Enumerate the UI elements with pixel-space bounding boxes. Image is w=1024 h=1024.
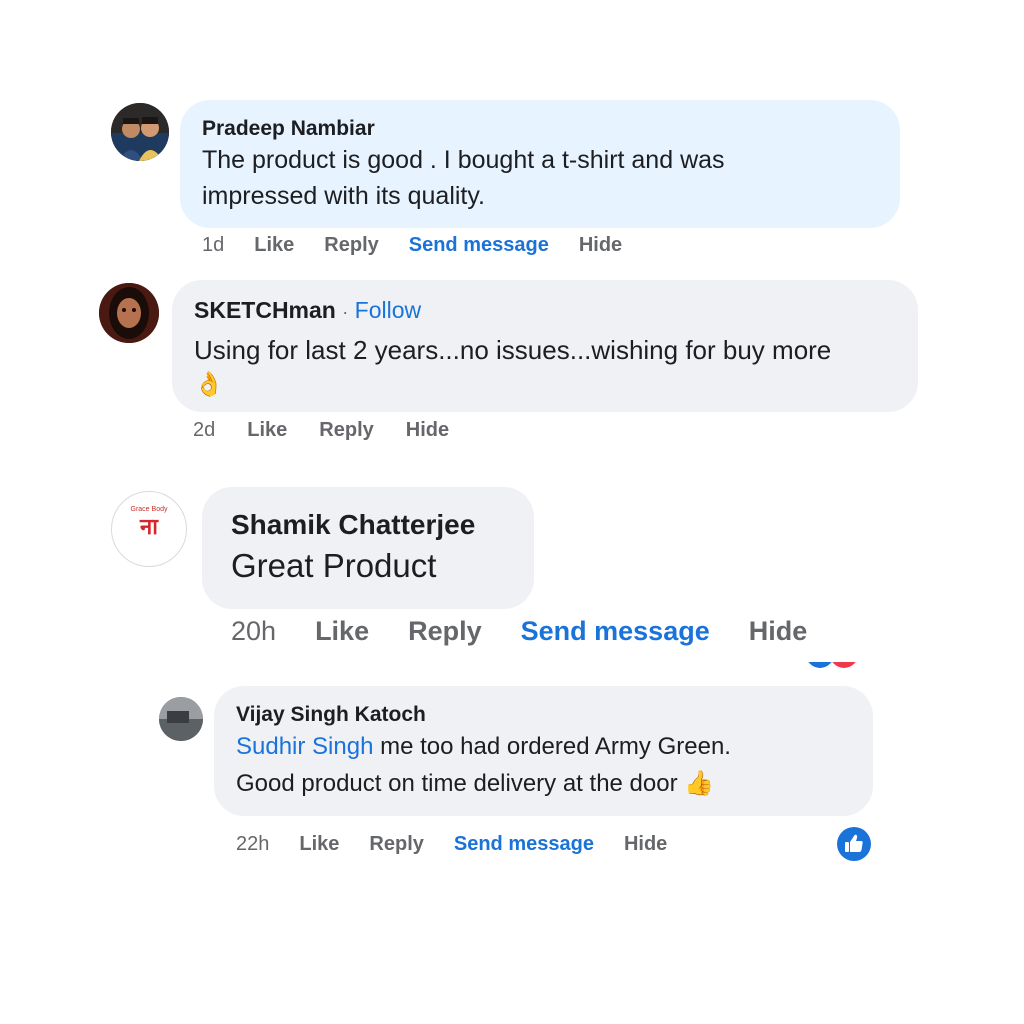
comment-bubble-vijay: Vijay Singh Katoch Sudhir Singh me too h…: [214, 686, 873, 816]
comment-timestamp[interactable]: 1d: [202, 234, 224, 257]
comment-actions: 20h Like Reply Send message Hide: [231, 616, 807, 647]
like-reaction-icon[interactable]: [837, 827, 871, 861]
reply-button[interactable]: Reply: [369, 833, 423, 856]
send-message-button[interactable]: Send message: [521, 616, 710, 647]
avatar-vijay[interactable]: [159, 697, 203, 741]
send-message-button[interactable]: Send message: [454, 833, 594, 856]
comment-author[interactable]: Pradeep Nambiar: [202, 116, 878, 142]
comment-text-line: Using for last 2 years...no issues...wis…: [194, 335, 832, 365]
like-button[interactable]: Like: [315, 616, 369, 647]
reply-button[interactable]: Reply: [408, 616, 482, 647]
like-reaction-icon: [806, 662, 834, 668]
comment-text-line: impressed with its quality.: [202, 182, 485, 210]
separator-dot: ·: [342, 302, 349, 322]
comment-bubble-sketchman: SKETCHman · Follow Using for last 2 year…: [172, 280, 918, 412]
avatar-photo-icon: [159, 697, 203, 741]
hide-button[interactable]: Hide: [579, 234, 622, 257]
ok-hand-emoji-icon: 👌: [194, 371, 224, 398]
avatar-logo-mark: ना: [140, 514, 158, 539]
comment-bubble-shamik: Shamik Chatterjee Great Product: [202, 487, 534, 609]
avatar-shamik[interactable]: Grace Body ना: [111, 491, 187, 567]
like-button[interactable]: Like: [299, 833, 339, 856]
avatar-logo: Grace Body: [130, 506, 168, 513]
love-reaction-icon: [830, 662, 858, 668]
reaction-icons-partial: [806, 662, 866, 674]
reply-button[interactable]: Reply: [324, 234, 378, 257]
avatar-pradeep[interactable]: [111, 103, 169, 161]
comment-author[interactable]: Shamik Chatterjee: [231, 507, 505, 543]
comment-timestamp[interactable]: 22h: [236, 833, 269, 856]
reply-button[interactable]: Reply: [319, 419, 373, 442]
comment-text-line: Sudhir Singh me too had ordered Army Gre…: [236, 728, 851, 765]
comment-text-line: Great Product: [231, 547, 437, 584]
avatar-sketchman[interactable]: [99, 283, 159, 343]
send-message-button[interactable]: Send message: [409, 234, 549, 257]
thumbs-up-emoji-icon: 👍: [684, 770, 715, 797]
hide-button[interactable]: Hide: [624, 833, 667, 856]
hide-button[interactable]: Hide: [749, 616, 808, 647]
avatar-photo-icon: [111, 103, 169, 161]
comment-actions: 1d Like Reply Send message Hide: [202, 234, 622, 257]
comment-text-segment: Good product on time delivery at the doo…: [236, 770, 678, 797]
comment-text-line: Good product on time delivery at the doo…: [236, 765, 851, 802]
comment-bubble-pradeep: Pradeep Nambiar The product is good . I …: [180, 100, 900, 228]
comment-author[interactable]: Vijay Singh Katoch: [236, 702, 851, 728]
comment-text-segment: me too had ordered Army Green.: [373, 733, 731, 760]
comment-timestamp[interactable]: 20h: [231, 616, 276, 647]
comment-actions: 2d Like Reply Hide: [193, 419, 449, 442]
thumbs-up-icon: [845, 834, 863, 852]
hide-button[interactable]: Hide: [406, 419, 449, 442]
like-button[interactable]: Like: [254, 234, 294, 257]
comment-actions: 22h Like Reply Send message Hide: [236, 833, 667, 856]
comment-timestamp[interactable]: 2d: [193, 419, 215, 442]
avatar-photo-icon: [99, 283, 159, 343]
like-button[interactable]: Like: [247, 419, 287, 442]
mention-link[interactable]: Sudhir Singh: [236, 733, 373, 760]
comment-author[interactable]: SKETCHman: [194, 297, 336, 323]
follow-button[interactable]: Follow: [355, 297, 421, 323]
comment-text-line: The product is good . I bought a t-shirt…: [202, 146, 725, 174]
